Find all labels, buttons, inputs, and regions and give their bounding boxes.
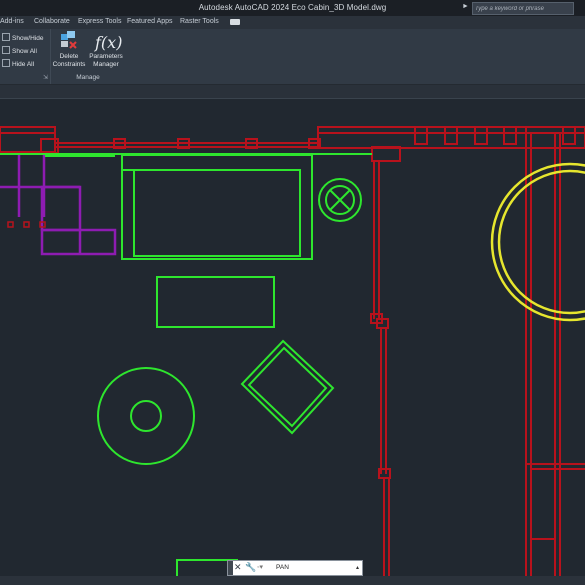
ribbon-tabs: Add-ins Collaborate Express Tools Featur… [0, 16, 585, 29]
wrench-icon[interactable]: 🔧 [245, 562, 256, 573]
hide-all-icon [2, 59, 10, 67]
chevron-up-icon[interactable]: ▴ [356, 564, 359, 571]
tab-raster-tools[interactable]: Raster Tools [180, 18, 219, 25]
round-table [97, 367, 195, 465]
visibility-panel: Show/Hide Show All Hide All ⇲ [0, 29, 51, 84]
walls [0, 126, 585, 576]
tab-overflow-icon[interactable] [230, 19, 240, 25]
command-line[interactable]: ✕ 🔧 ◦▾ PAN ▴ [227, 560, 363, 576]
delete-constraints-icon [61, 31, 77, 49]
title-bar: Autodesk AutoCAD 2024 Eco Cabin_3D Model… [0, 0, 585, 16]
hide-all-button[interactable]: Hide All [2, 59, 34, 68]
show-hide-icon [2, 33, 10, 41]
status-bar [0, 576, 585, 585]
ribbon-panel: Show/Hide Show All Hide All ⇲ Delete Con… [0, 29, 585, 85]
tab-featured-apps[interactable]: Featured Apps [127, 18, 173, 25]
close-icon[interactable]: ✕ [234, 562, 242, 573]
function-icon: f(x) [95, 33, 123, 52]
delete-constraints-button[interactable]: Delete Constraints [52, 31, 86, 73]
tab-add-ins[interactable]: Add-ins [0, 18, 24, 25]
show-hide-button[interactable]: Show/Hide [2, 33, 43, 42]
tab-collaborate[interactable]: Collaborate [34, 18, 70, 25]
show-all-icon [2, 46, 10, 54]
armchair [240, 339, 335, 435]
parameters-manager-button[interactable]: f(x) Parameters Manager [87, 31, 125, 73]
command-text[interactable]: PAN [276, 564, 289, 571]
coffee-table [156, 276, 275, 328]
prompt-arrow-icon: ◦▾ [257, 564, 263, 571]
panel-expand-icon[interactable]: ⇲ [43, 74, 48, 81]
chevron-right-icon[interactable]: ► [462, 3, 469, 10]
drawing-canvas[interactable] [0, 99, 585, 576]
parameters-manager-label: Parameters [89, 53, 123, 60]
drawing-tab-band [0, 85, 585, 99]
tab-express-tools[interactable]: Express Tools [78, 18, 121, 25]
search-box[interactable] [472, 2, 574, 15]
purple-furniture [0, 154, 117, 256]
wall-column [371, 146, 401, 162]
search-input[interactable] [475, 3, 569, 14]
delete-constraints-label-2: Constraints [52, 61, 86, 68]
round-rug [490, 162, 585, 322]
furniture [0, 153, 372, 576]
show-all-button[interactable]: Show All [2, 46, 37, 55]
delete-constraints-label: Delete [59, 53, 79, 60]
command-grip[interactable] [228, 561, 233, 575]
manage-panel-label: Manage [76, 74, 100, 81]
parameters-manager-label-2: Manager [93, 61, 119, 68]
